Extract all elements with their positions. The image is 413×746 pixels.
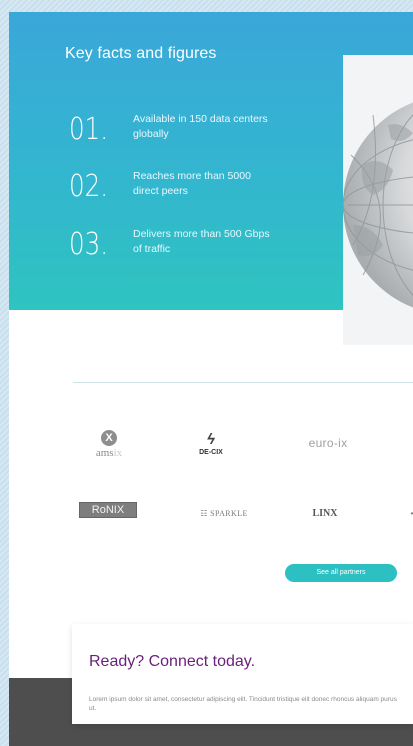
partner-logo-sparkle[interactable]: ☷ SPARKLE [184, 506, 264, 520]
amsix-mark-icon: X [101, 429, 117, 446]
key-facts-title: Key facts and figures [65, 45, 217, 62]
partner-logo-partial: • [409, 509, 413, 518]
page: Key facts and figures 01. Available in 1… [9, 12, 413, 746]
fact-number: 03. [69, 227, 109, 262]
cta-title: Ready? Connect today. [89, 653, 256, 670]
fact-item: 03. Delivers more than 500 Gbps of traff… [69, 227, 289, 271]
see-all-partners-button[interactable]: See all partners [285, 564, 397, 582]
partner-logo-decix[interactable]: ϟ DE-CIX [181, 424, 241, 464]
section-divider [73, 382, 413, 383]
partner-logo-ronix[interactable]: RoNIX [79, 502, 137, 518]
fact-item: 01. Available in 150 data centers global… [69, 112, 289, 156]
partner-logo-amsix[interactable]: X amsix [79, 424, 139, 464]
fact-number: 01. [69, 112, 109, 147]
amsix-text-main: ams [95, 446, 114, 459]
amsix-text-faded: ix [113, 446, 123, 459]
fact-item: 02. Reaches more than 5000 direct peers [69, 169, 289, 213]
fact-text: Available in 150 data centers globally [133, 113, 268, 140]
amsix-wordmark: amsix [96, 447, 122, 459]
cta-body: Lorem ipsum dolor sit amet, consectetur … [89, 696, 397, 712]
fact-text: Delivers more than 500 Gbps of traffic [133, 228, 270, 255]
globe-image [343, 55, 413, 345]
partner-logo-euroix[interactable]: euro-ix [293, 432, 363, 454]
fact-number: 02. [69, 169, 109, 204]
fact-text: Reaches more than 5000 direct peers [133, 170, 251, 197]
partner-logo-linx[interactable]: LINX [305, 505, 345, 521]
decix-wordmark: DE-CIX [199, 449, 223, 456]
decix-mark-icon: ϟ [207, 431, 215, 448]
connect-cta-card: Ready? Connect today. Lorem ipsum dolor … [72, 624, 413, 724]
globe-graphic [343, 102, 413, 308]
